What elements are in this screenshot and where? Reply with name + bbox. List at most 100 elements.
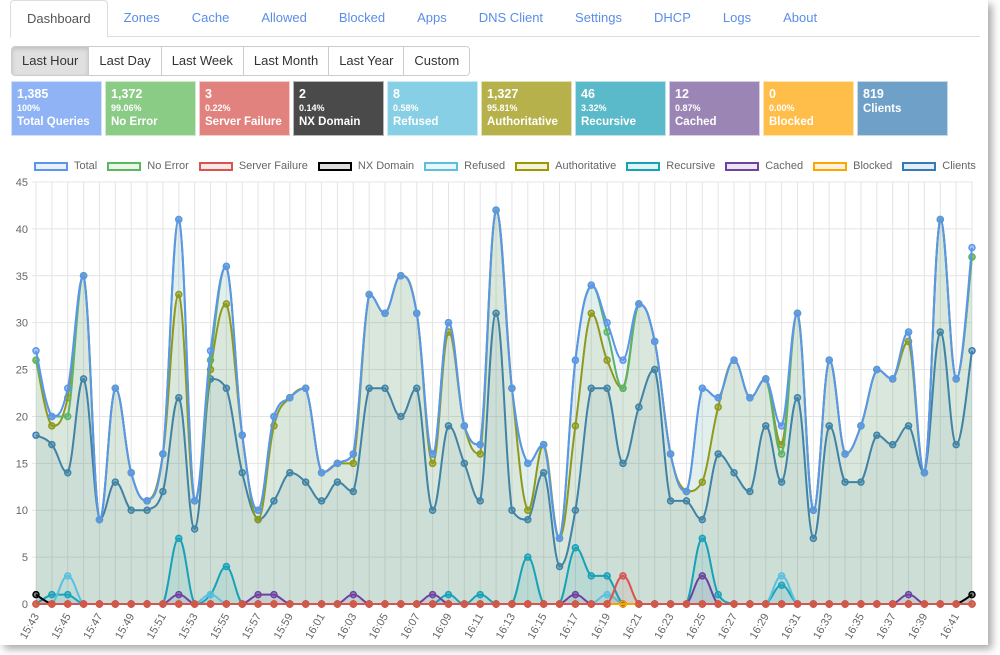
data-point-total <box>460 422 469 430</box>
x-tick-label: 16:39 <box>906 612 930 642</box>
data-point-server-failure <box>317 600 326 608</box>
stat-label: Authoritative <box>487 116 558 128</box>
data-point-cached <box>428 590 437 599</box>
stat-percent: 0.58% <box>393 103 419 113</box>
data-point-server-failure <box>286 600 294 608</box>
x-tick-label: 16:17 <box>557 612 581 642</box>
data-point-server-failure <box>825 600 833 608</box>
data-point-server-failure <box>650 600 659 608</box>
data-point-server-failure <box>508 600 516 608</box>
data-point-total <box>95 515 104 524</box>
data-point-total <box>175 215 183 224</box>
tab-allowed[interactable]: Allowed <box>245 0 323 36</box>
x-tick-label: 16:33 <box>811 612 835 642</box>
data-point-server-failure <box>301 600 310 608</box>
data-point-total <box>777 422 786 430</box>
tab-apps[interactable]: Apps <box>401 0 463 36</box>
range-last-week-button[interactable]: Last Week <box>161 47 244 75</box>
stat-tile-server-failure[interactable]: 3 0.22% Server Failure <box>199 81 290 136</box>
data-point-total <box>32 347 40 355</box>
range-last-day-button[interactable]: Last Day <box>89 47 162 75</box>
tab-about[interactable]: About <box>767 0 833 36</box>
data-point-server-failure <box>888 600 897 608</box>
data-point-total <box>603 318 611 327</box>
stat-tile-blocked[interactable]: 0 0.00% Blocked <box>763 81 854 136</box>
data-point-server-failure <box>238 600 246 608</box>
tab-dashboard[interactable]: Dashboard <box>10 0 108 38</box>
data-point-server-failure <box>777 600 786 608</box>
data-point-total <box>111 384 120 393</box>
stat-tile-refused[interactable]: 8 0.58% Refused <box>387 81 478 136</box>
data-point-total <box>635 300 643 308</box>
stat-value: 12 <box>675 87 689 101</box>
stat-tile-clients[interactable]: 819 Clients <box>857 81 948 136</box>
tab-dhcp[interactable]: DHCP <box>638 0 707 36</box>
data-point-server-failure <box>143 600 151 608</box>
range-custom-button[interactable]: Custom <box>404 47 470 75</box>
stat-tile-authoritative[interactable]: 1,327 95.81% Authoritative <box>481 81 572 136</box>
data-point-cached <box>904 590 913 599</box>
data-point-total <box>190 497 199 505</box>
data-point-refused <box>603 590 611 599</box>
stat-tiles: 1,385 100% Total Queries 1,372 99.06% No Erro… <box>11 81 948 136</box>
stat-tile-cached[interactable]: 12 0.87% Cached <box>669 81 760 136</box>
x-tick-label: 16:01 <box>303 612 327 642</box>
data-point-server-failure <box>936 600 945 608</box>
data-point-total <box>571 356 580 364</box>
data-point-server-failure <box>666 600 675 608</box>
y-tick-label: 20 <box>16 411 28 423</box>
tab-blocked[interactable]: Blocked <box>323 0 401 36</box>
data-point-server-failure <box>968 600 976 608</box>
x-tick-label: 16:19 <box>589 612 613 642</box>
data-point-server-failure <box>159 600 167 608</box>
stat-percent: 95.81% <box>487 103 518 113</box>
data-point-total <box>143 497 151 505</box>
x-tick-label: 16:23 <box>652 612 676 642</box>
stat-value: 819 <box>863 87 884 101</box>
tab-zones[interactable]: Zones <box>108 0 176 36</box>
x-tick-label: 16:31 <box>779 612 803 642</box>
stat-tile-nx-domain[interactable]: 2 0.14% NX Domain <box>293 81 384 136</box>
data-point-server-failure <box>32 600 40 608</box>
data-point-server-failure <box>254 600 262 608</box>
range-last-hour-button[interactable]: Last Hour <box>12 47 90 75</box>
data-point-total <box>381 309 389 318</box>
tab-dns-client[interactable]: DNS Client <box>463 0 559 36</box>
data-point-total <box>476 440 484 449</box>
x-tick-label: 16:29 <box>748 612 772 642</box>
stat-tile-no-error[interactable]: 1,372 99.06% No Error <box>105 81 196 136</box>
data-point-total <box>920 468 929 477</box>
data-point-total <box>539 440 548 449</box>
y-tick-label: 25 <box>16 365 28 377</box>
data-point-server-failure <box>190 600 199 608</box>
data-point-server-failure <box>333 600 342 608</box>
data-point-total <box>555 534 564 543</box>
data-point-total <box>349 450 358 458</box>
x-tick-label: 15:45 <box>50 612 74 642</box>
stat-tile-total-queries[interactable]: 1,385 100% Total Queries <box>11 81 102 136</box>
queries-line-chart: 0 5 10 15 20 25 30 35 40 45 15:43 15:45 15:47 15:49 15… <box>16 177 976 642</box>
data-point-server-failure <box>920 600 929 608</box>
data-point-recursive <box>571 543 580 552</box>
tab-settings[interactable]: Settings <box>559 0 638 36</box>
data-point-cached <box>349 590 358 599</box>
y-tick-label: 30 <box>16 318 28 330</box>
data-point-total <box>222 262 231 271</box>
stat-label: NX Domain <box>299 116 361 128</box>
data-point-server-failure <box>539 600 548 608</box>
x-tick-label: 15:57 <box>240 612 264 642</box>
x-tick-label: 16:21 <box>621 612 645 642</box>
x-tick-label: 16:41 <box>938 612 962 642</box>
stat-label: Blocked <box>769 116 814 128</box>
tab-logs[interactable]: Logs <box>707 0 767 36</box>
data-point-server-failure <box>111 600 120 608</box>
x-tick-label: 16:37 <box>875 612 899 642</box>
data-point-recursive <box>603 572 611 580</box>
tab-cache[interactable]: Cache <box>176 0 246 36</box>
stat-tile-recursive[interactable]: 46 3.32% Recursive <box>575 81 666 136</box>
range-last-month-button[interactable]: Last Month <box>243 47 330 75</box>
range-last-year-button[interactable]: Last Year <box>329 47 405 75</box>
data-point-total <box>63 384 72 393</box>
data-point-server-failure <box>904 600 913 608</box>
stat-percent: 0.87% <box>675 103 701 113</box>
